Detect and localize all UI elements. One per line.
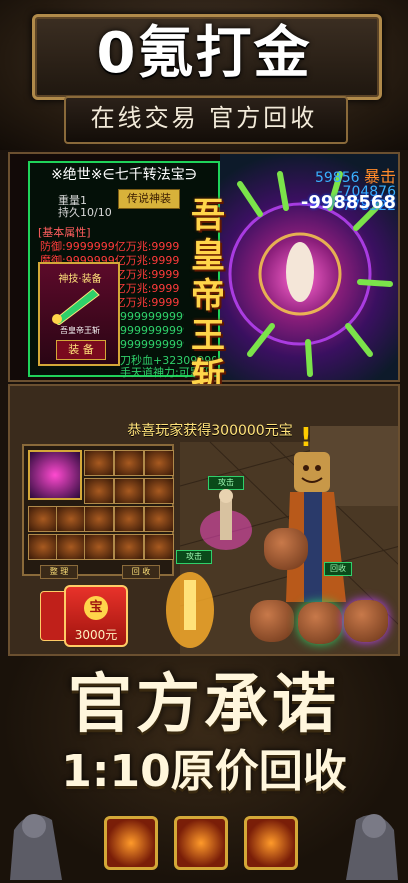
player-character (200, 489, 252, 550)
inventory-slot[interactable] (84, 534, 114, 560)
equipment-gem-icon (174, 816, 228, 870)
equip-item-name: 吾皇帝王斩 (60, 326, 100, 335)
inventory-slot[interactable] (144, 478, 174, 504)
featured-item-slot[interactable] (28, 450, 82, 500)
inventory-slot[interactable] (56, 506, 86, 532)
npc-tag: 回收 (324, 562, 352, 576)
pottery-jar (264, 528, 308, 570)
item-durability: 持久10/10 (58, 206, 112, 219)
equipment-gem-icon (244, 816, 298, 870)
yuanbao-coin-icon: 宝 (84, 596, 108, 620)
extra-line: 99999999999999999 (120, 338, 184, 351)
equip-button[interactable]: 装 备 (56, 340, 106, 360)
tiger-statue-left (10, 814, 62, 880)
inventory-slot[interactable] (144, 534, 174, 560)
inventory-slot[interactable] (84, 506, 114, 532)
pottery-jar (298, 602, 342, 644)
legend-badge: 传说神装 (118, 189, 180, 209)
attr-header: [基本属性] (38, 226, 91, 239)
golden-warrior (166, 572, 214, 648)
equip-popup-label: 神技·装备 (58, 274, 102, 285)
damage-big: -9988568 (300, 192, 396, 213)
page-title: 0氪打金 (96, 21, 312, 86)
warrior-figure (286, 242, 314, 302)
inventory-slot[interactable] (84, 478, 114, 504)
tiger-statue-right (346, 814, 398, 880)
pottery-jar (344, 600, 388, 642)
promise-headline: 官方承诺 (68, 668, 340, 742)
recycle-merchant-npc[interactable] (286, 452, 350, 602)
inventory-slot[interactable] (114, 478, 144, 504)
inventory-slot[interactable] (144, 506, 174, 532)
inventory-slot[interactable] (114, 506, 144, 532)
skill-name-vertical: 吾皇帝王斩 (191, 196, 225, 396)
pottery-jar (250, 600, 294, 642)
quest-marker-icon: ! (300, 423, 312, 453)
inventory-slot[interactable] (114, 534, 144, 560)
item-title: ※绝世※∈七千转法宝∋ (51, 167, 197, 183)
inventory-slot[interactable] (28, 534, 58, 560)
red-envelope-amount: 3000元 (74, 628, 118, 642)
inventory-slot[interactable] (56, 534, 86, 560)
inventory-slot[interactable] (144, 450, 174, 476)
sort-button[interactable]: 整 理 (40, 565, 78, 579)
extra-line: 99999999999999999 (120, 324, 184, 337)
recycle-rate-headline: 1:10原价回收 (61, 746, 347, 797)
weapon-icon (52, 288, 100, 325)
extra-line: 99999999999999999 (120, 310, 184, 323)
recycle-button[interactable]: 回 收 (122, 565, 160, 579)
equipment-gem-icon (104, 816, 158, 870)
inventory-slot[interactable] (114, 450, 144, 476)
inventory-slot[interactable] (84, 450, 114, 476)
inventory-slot[interactable] (28, 506, 58, 532)
page-subtitle: 在线交易 官方回收 (90, 104, 318, 132)
